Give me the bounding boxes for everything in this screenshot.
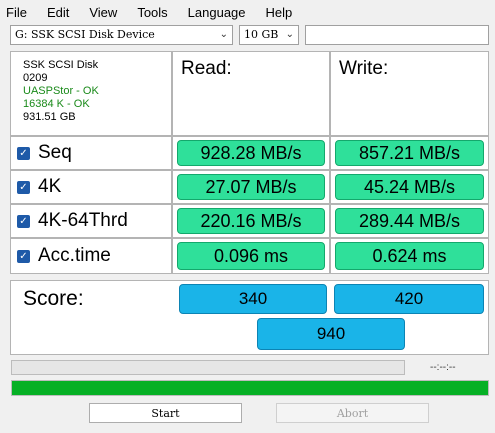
- 4k64-label: 4K-64Thrd: [38, 210, 128, 231]
- chevron-down-icon: ⌄: [285, 29, 294, 40]
- seq-read-cell: 928.28 MB/s: [172, 136, 330, 170]
- 4k64-read-cell: 220.16 MB/s: [172, 204, 330, 238]
- write-header: Write:: [330, 51, 489, 136]
- 4k-label: 4K: [38, 176, 62, 197]
- drive-select[interactable]: G: SSK SCSI Disk Device ⌄: [10, 25, 233, 45]
- menu-view[interactable]: View: [89, 5, 117, 20]
- acctime-label: Acc.time: [38, 245, 111, 266]
- size-select[interactable]: 10 GB ⌄: [239, 25, 299, 45]
- alignment-status: 16384 K - OK: [23, 98, 90, 110]
- read-header-label: Read:: [181, 58, 232, 79]
- test-progress-bar: [11, 360, 405, 375]
- 4k-checkbox[interactable]: ✓: [17, 180, 30, 194]
- driver-status: UASPStor - OK: [23, 85, 99, 97]
- acctime-read-cell: 0.096 ms: [172, 238, 330, 274]
- seq-label: Seq: [38, 142, 72, 163]
- 4k-read-cell: 27.07 MB/s: [172, 170, 330, 204]
- row-4k-label: ✓ 4K: [10, 170, 172, 204]
- total-progress-fill: [12, 381, 488, 395]
- chevron-down-icon: ⌄: [219, 29, 228, 40]
- seq-checkbox[interactable]: ✓: [17, 146, 30, 160]
- menu-help[interactable]: Help: [266, 5, 293, 20]
- menu-tools[interactable]: Tools: [137, 5, 167, 20]
- score-label: Score:: [23, 287, 84, 310]
- acctime-checkbox[interactable]: ✓: [17, 249, 30, 263]
- score-total: 940: [257, 318, 405, 350]
- drive-name: SSK SCSI Disk: [23, 59, 99, 71]
- 4k64-read-value: 220.16 MB/s: [177, 208, 325, 234]
- menu-file[interactable]: File: [6, 5, 27, 20]
- menu-language[interactable]: Language: [188, 5, 246, 20]
- score-write: 420: [334, 284, 484, 314]
- drive-select-value: G: SSK SCSI Disk Device: [15, 28, 155, 41]
- read-header: Read:: [172, 51, 330, 136]
- notes-input[interactable]: [305, 25, 489, 45]
- seq-write-value: 857.21 MB/s: [335, 140, 484, 166]
- score-panel: Score: 340 420 940: [10, 280, 489, 355]
- 4k64-write-value: 289.44 MB/s: [335, 208, 484, 234]
- write-header-label: Write:: [339, 58, 389, 79]
- firmware-version: 0209: [23, 72, 48, 84]
- seq-read-value: 928.28 MB/s: [177, 140, 325, 166]
- row-acctime-label: ✓ Acc.time: [10, 238, 172, 274]
- row-seq-label: ✓ Seq: [10, 136, 172, 170]
- drive-info-panel: SSK SCSI Disk 0209 UASPStor - OK 16384 K…: [10, 51, 172, 136]
- 4k-write-cell: 45.24 MB/s: [330, 170, 489, 204]
- total-progress-bar: [11, 380, 489, 396]
- menu-edit[interactable]: Edit: [47, 5, 69, 20]
- 4k64-checkbox[interactable]: ✓: [17, 214, 30, 228]
- drive-capacity: 931.51 GB: [23, 111, 76, 123]
- menu-bar: File Edit View Tools Language Help: [0, 0, 495, 24]
- elapsed-time: --:--:--: [430, 362, 456, 373]
- abort-button[interactable]: Abort: [276, 403, 429, 423]
- start-button[interactable]: Start: [89, 403, 242, 423]
- seq-write-cell: 857.21 MB/s: [330, 136, 489, 170]
- acctime-write-value: 0.624 ms: [335, 242, 484, 270]
- 4k-read-value: 27.07 MB/s: [177, 174, 325, 200]
- acctime-read-value: 0.096 ms: [177, 242, 325, 270]
- acctime-write-cell: 0.624 ms: [330, 238, 489, 274]
- score-read: 340: [179, 284, 327, 314]
- size-select-value: 10 GB: [244, 28, 279, 41]
- 4k64-write-cell: 289.44 MB/s: [330, 204, 489, 238]
- row-4k64-label: ✓ 4K-64Thrd: [10, 204, 172, 238]
- 4k-write-value: 45.24 MB/s: [335, 174, 484, 200]
